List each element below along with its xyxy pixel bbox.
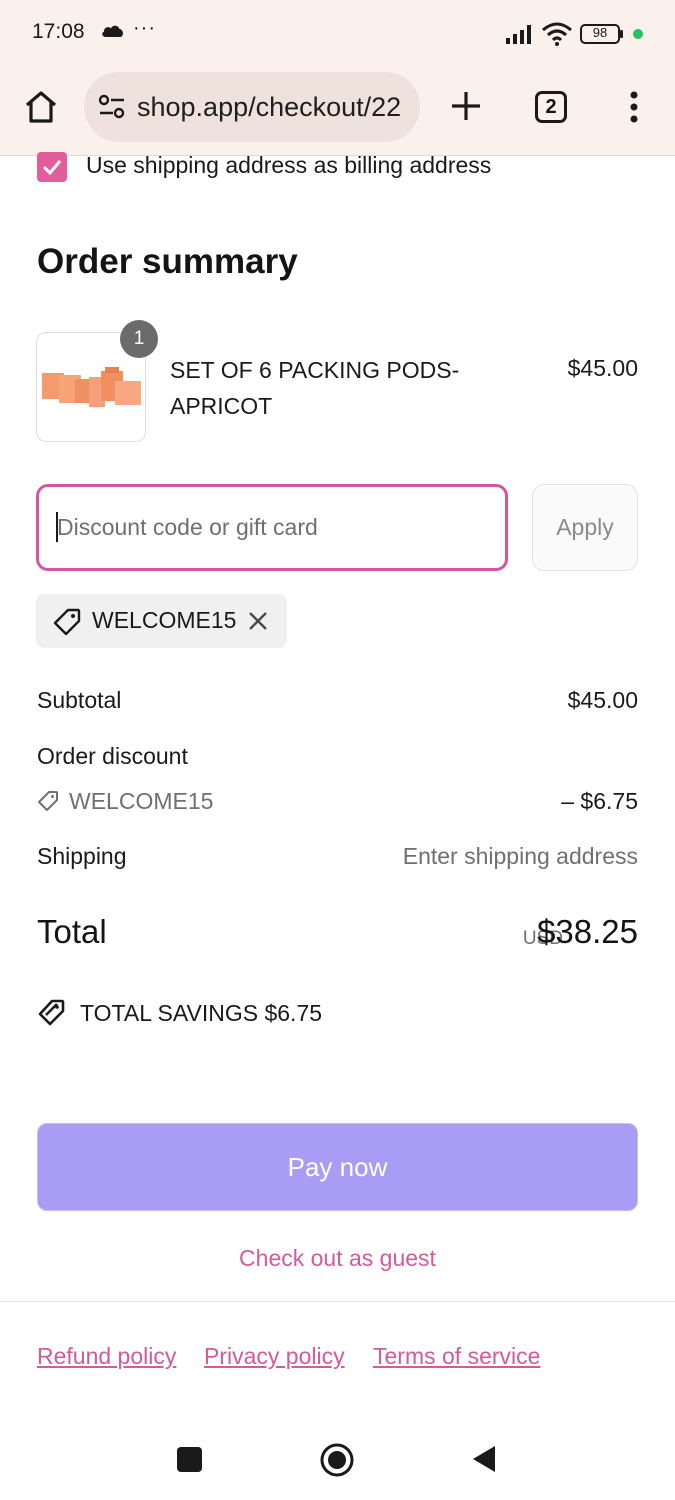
more-menu-icon[interactable] [622, 88, 646, 126]
close-icon[interactable] [247, 610, 269, 632]
tab-switcher-button[interactable]: 2 [535, 91, 567, 123]
discount-code-input[interactable] [36, 484, 508, 571]
browser-toolbar: shop.app/checkout/22 2 [0, 66, 675, 156]
address-bar[interactable]: shop.app/checkout/22 [84, 72, 420, 142]
wifi-icon [542, 22, 572, 46]
savings-tag-icon [38, 999, 65, 1026]
footer-divider [0, 1301, 675, 1302]
tag-icon [53, 608, 81, 636]
terms-of-service-link[interactable]: Terms of service [373, 1343, 540, 1370]
pay-now-button[interactable]: Pay now [37, 1123, 638, 1211]
battery-level: 98 [592, 25, 608, 40]
applied-discount-code: WELCOME15 [92, 607, 237, 633]
billing-checkbox[interactable] [37, 152, 67, 182]
new-tab-icon[interactable] [448, 88, 484, 124]
status-bar: 17:08 ··· 98 [0, 0, 675, 66]
order-summary-title: Order summary [37, 242, 298, 281]
subtotal-label: Subtotal [37, 687, 122, 713]
cloud-icon [102, 25, 123, 37]
billing-checkbox-label: Use shipping address as billing address [86, 152, 492, 178]
applied-discount-chip: WELCOME15 [36, 594, 287, 648]
home-icon[interactable] [22, 88, 60, 126]
tag-icon [38, 791, 58, 811]
product-price: $45.00 [567, 355, 638, 381]
order-discount-value: – $6.75 [561, 788, 638, 814]
refund-policy-link[interactable]: Refund policy [37, 1343, 176, 1370]
order-discount-code: WELCOME15 [69, 788, 214, 814]
apply-discount-button[interactable]: Apply [532, 484, 638, 571]
checkmark-icon [42, 160, 62, 176]
total-label: Total [37, 913, 107, 950]
text-caret [56, 512, 58, 542]
shipping-label: Shipping [37, 843, 127, 869]
privacy-policy-link[interactable]: Privacy policy [204, 1343, 345, 1370]
back-icon[interactable] [471, 1444, 497, 1474]
order-discount-label: Order discount [37, 743, 188, 769]
checkout-as-guest-link[interactable]: Check out as guest [0, 1245, 675, 1272]
total-savings: TOTAL SAVINGS $6.75 [80, 1000, 323, 1026]
subtotal-value: $45.00 [567, 687, 638, 713]
total-value: $38.25 [537, 913, 638, 950]
more-notifications-icon: ··· [133, 17, 156, 39]
product-name: SET OF 6 PACKING PODS-APRICOT [170, 357, 460, 419]
shipping-value: Enter shipping address [402, 843, 638, 869]
battery-icon: 98 [580, 24, 624, 44]
signal-icon [506, 25, 531, 44]
home-nav-icon[interactable] [319, 1442, 355, 1478]
site-settings-icon[interactable] [98, 94, 126, 120]
recents-button[interactable] [177, 1447, 202, 1472]
quantity-badge: 1 [120, 320, 158, 358]
privacy-indicator-dot [633, 29, 643, 39]
url-text[interactable]: shop.app/checkout/22 [137, 92, 401, 123]
status-time: 17:08 [32, 20, 85, 43]
